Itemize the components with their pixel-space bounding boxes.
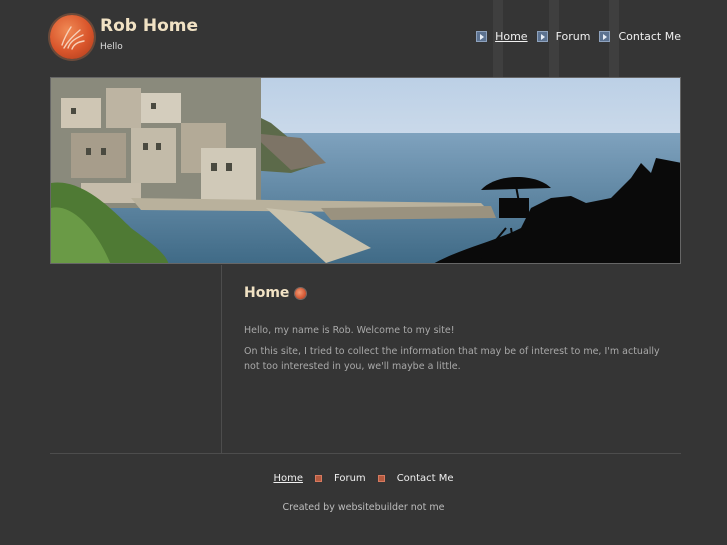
footer-link-home[interactable]: Home: [273, 473, 303, 484]
nav-item-home[interactable]: Home: [476, 30, 528, 43]
sidebar-divider: [221, 265, 222, 453]
page-heading: Home: [244, 285, 664, 301]
footer-credit: Created by websitebuilder not me: [282, 502, 445, 513]
footer-navigation: Home Forum Contact Me: [0, 473, 727, 484]
page-title: Home: [244, 285, 290, 301]
separator-icon: [314, 475, 322, 482]
footer-link-contact[interactable]: Contact Me: [397, 473, 454, 484]
bullet-icon: [295, 287, 307, 299]
footer-link-forum[interactable]: Forum: [334, 473, 366, 484]
nav-item-forum[interactable]: Forum: [536, 30, 591, 43]
site-header: Rob Home Hello Home Forum Contact Me: [0, 0, 727, 78]
arrow-icon: [599, 31, 611, 42]
body-paragraph: On this site, I tried to collect the inf…: [244, 346, 660, 372]
nav-link-contact[interactable]: Contact Me: [618, 30, 681, 43]
nav-item-contact[interactable]: Contact Me: [599, 30, 681, 43]
separator-icon: [377, 475, 385, 482]
arrow-icon: [476, 31, 488, 42]
intro-paragraph: Hello, my name is Rob. Welcome to my sit…: [244, 325, 455, 336]
main-content: Home Hello, my name is Rob. Welcome to m…: [244, 285, 664, 374]
nav-link-forum[interactable]: Forum: [556, 30, 591, 43]
footer-divider: [50, 453, 681, 454]
site-logo-icon[interactable]: [50, 15, 94, 59]
site-title: Rob Home: [100, 16, 199, 36]
arrow-icon: [536, 31, 548, 42]
top-navigation: Home Forum Contact Me: [476, 30, 681, 43]
nav-link-home[interactable]: Home: [495, 30, 527, 43]
site-subtitle: Hello: [100, 42, 123, 52]
header-banner-image: [50, 77, 681, 264]
